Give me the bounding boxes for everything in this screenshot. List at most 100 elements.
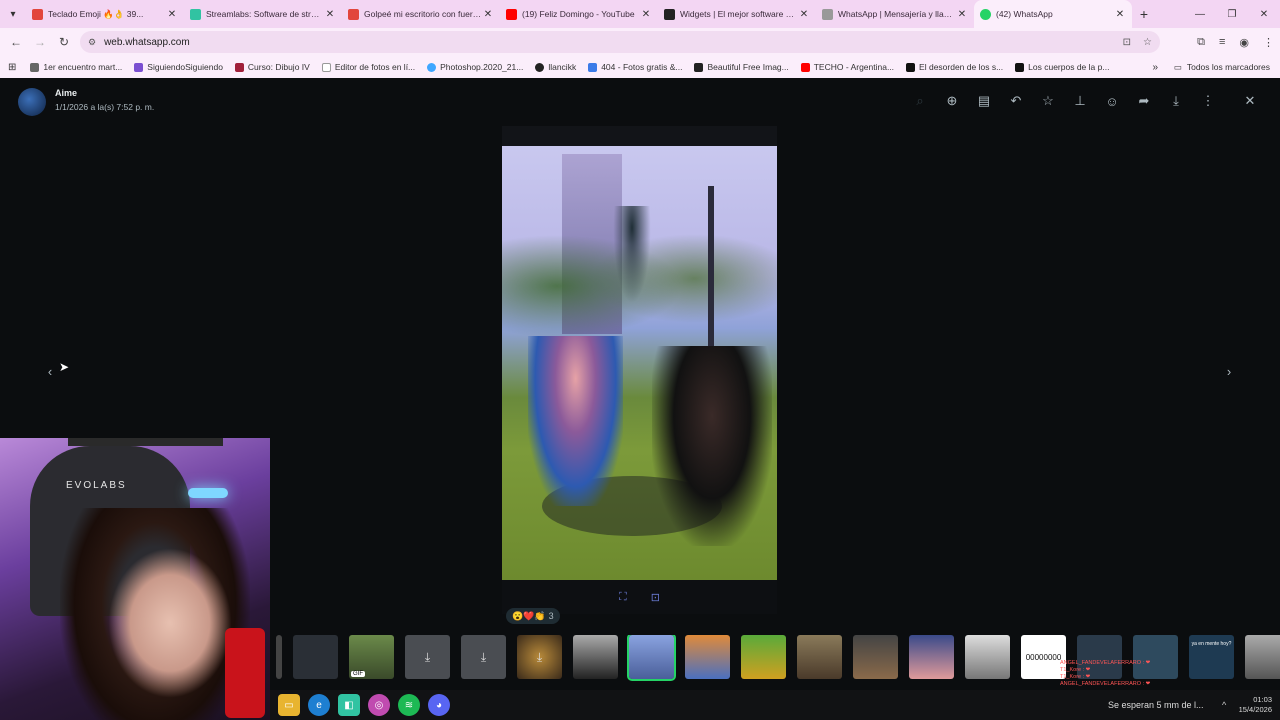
zoom-out-icon[interactable]: ⌕ <box>904 90 936 112</box>
bookmark-item[interactable]: Beautiful Free Imag... <box>694 62 789 72</box>
close-icon[interactable]: ✕ <box>956 9 968 20</box>
media-thumbnail[interactable] <box>741 635 786 679</box>
chat-line: T1_Kore : ❤ <box>1060 667 1091 673</box>
forward-icon[interactable]: ➦ <box>1128 90 1160 112</box>
more-bookmarks-icon[interactable]: » <box>1152 56 1158 78</box>
bookmark-item[interactable]: El desorden de los s... <box>906 62 1003 72</box>
bookmark-item[interactable]: Photoshop.2020_21... <box>427 62 523 72</box>
go-to-message-icon[interactable]: ▤ <box>968 90 1000 112</box>
pin-icon[interactable]: ⊥ <box>1064 90 1096 112</box>
bookmark-item[interactable]: Curso: Dibujo IV <box>234 62 310 72</box>
bookmark-item[interactable]: SiguiendoSiguiendo <box>134 62 223 72</box>
close-icon[interactable]: ✕ <box>1114 9 1126 20</box>
bookmark-item[interactable]: Editor de fotos en lí... <box>321 62 415 72</box>
bookmark-item[interactable]: 1er encuentro mart... <box>30 62 122 72</box>
restore-icon[interactable]: ❐ <box>1216 0 1248 28</box>
bookmark-favicon <box>588 62 598 72</box>
minimize-icon[interactable]: — <box>1184 0 1216 28</box>
media-thumbnail[interactable] <box>797 635 842 679</box>
close-icon[interactable]: ✕ <box>798 9 810 20</box>
media-image[interactable]: ⛶ ⊡ <box>502 126 777 614</box>
reactions-badge[interactable]: 😮❤️👏 3 <box>506 608 560 624</box>
spotify-icon[interactable]: ≋ <box>398 694 420 716</box>
tab-2[interactable]: Streamlabs: Software de stream... ✕ <box>184 0 342 28</box>
tab-6[interactable]: WhatsApp | Mensajería y llama... ✕ <box>816 0 974 28</box>
tab-1[interactable]: Teclado Emoji 🔥👌 39... ✕ <box>26 0 184 28</box>
all-bookmarks-folder[interactable]: ▭ Todos los marcadores <box>1174 56 1270 78</box>
bookmark-star-icon[interactable]: ☆ <box>1143 37 1152 48</box>
media-thumbnail[interactable]: ⤓ <box>405 635 450 679</box>
media-thumbnail[interactable] <box>276 635 282 679</box>
system-tray-chevron-icon[interactable]: ^ <box>1222 690 1226 720</box>
tab-4[interactable]: (19) Feliz Domingo - YouTube ✕ <box>500 0 658 28</box>
tab-label: Teclado Emoji 🔥👌 39... <box>48 8 144 19</box>
bookmark-label: Curso: Dibujo IV <box>247 62 310 72</box>
reply-icon[interactable]: ↶ <box>1000 90 1032 112</box>
apps-icon[interactable]: ⊞ <box>8 62 16 73</box>
close-icon[interactable]: ✕ <box>324 9 336 20</box>
reload-icon[interactable]: ↻ <box>52 35 76 49</box>
media-thumbnail[interactable]: ⤓ <box>517 635 562 679</box>
microphone <box>225 628 265 718</box>
close-window-icon[interactable]: ✕ <box>1248 0 1280 28</box>
discord-icon[interactable]: ◕ <box>428 694 450 716</box>
browser-menu-icon[interactable]: ⋮ <box>1263 36 1274 49</box>
site-info-icon[interactable]: ⚙ <box>88 37 96 48</box>
zoom-in-icon[interactable]: ⊕ <box>936 90 968 112</box>
previous-media-button[interactable]: ‹ <box>40 361 60 381</box>
tab-search-button[interactable]: ▾ <box>0 0 26 28</box>
system-clock[interactable]: 01:03 15/4/2026 <box>1239 695 1272 715</box>
bookmark-favicon <box>906 62 916 72</box>
bookmark-item[interactable]: llancikk <box>535 62 576 72</box>
media-thumbnail[interactable] <box>685 635 730 679</box>
url-input[interactable]: ⚙ web.whatsapp.com ⊡ ☆ <box>80 31 1160 53</box>
tab-favicon <box>664 8 675 20</box>
media-thumbnail[interactable] <box>965 635 1010 679</box>
bookmark-item[interactable]: TECHO - Argentina... <box>800 62 894 72</box>
download-icon: ⤓ <box>480 649 487 664</box>
forward-icon[interactable]: → <box>28 35 52 49</box>
bookmark-label: Beautiful Free Imag... <box>707 62 789 72</box>
media-control-icon[interactable]: ≡ <box>1219 36 1225 48</box>
close-icon[interactable]: ✕ <box>1234 90 1266 112</box>
bookmark-item[interactable]: 404 - Fotos gratis &... <box>588 62 682 72</box>
weather-widget[interactable]: Se esperan 5 mm de l... <box>1108 690 1204 720</box>
download-icon[interactable]: ⤓ <box>1160 90 1192 112</box>
star-icon[interactable]: ☆ <box>1032 90 1064 112</box>
close-icon[interactable]: ✕ <box>482 9 494 20</box>
file-explorer-icon[interactable]: ▭ <box>278 694 300 716</box>
media-thumbnail[interactable] <box>909 635 954 679</box>
photo-person-right <box>652 346 772 546</box>
close-icon[interactable]: ✕ <box>640 9 652 20</box>
all-bookmarks-label: Todos los marcadores <box>1186 62 1270 72</box>
reaction-count: 3 <box>548 611 554 621</box>
extensions-icon[interactable]: ⧉ <box>1197 36 1205 49</box>
media-thumbnail[interactable]: GIF <box>349 635 394 679</box>
new-tab-button[interactable]: + <box>1132 6 1156 22</box>
media-thumbnail[interactable]: ⤓ <box>461 635 506 679</box>
install-app-icon[interactable]: ⊡ <box>1123 37 1131 48</box>
media-thumbnail[interactable]: ya en mente hoy? <box>1189 635 1234 679</box>
profile-avatar[interactable]: ◉ <box>1239 36 1249 49</box>
tab-7-active[interactable]: (42) WhatsApp ✕ <box>974 0 1132 28</box>
close-icon[interactable]: ✕ <box>166 9 178 20</box>
next-media-button[interactable]: › <box>1219 361 1239 381</box>
media-thumbnail[interactable] <box>1245 635 1280 679</box>
back-icon[interactable]: ← <box>4 35 28 49</box>
chrome-icon[interactable]: ◎ <box>368 694 390 716</box>
avatar[interactable] <box>18 88 46 116</box>
bookmark-item[interactable]: Los cuerpos de la p... <box>1015 62 1109 72</box>
tab-label: (42) WhatsApp <box>996 9 1053 19</box>
more-options-icon[interactable]: ⋮ <box>1192 90 1224 112</box>
tab-5[interactable]: Widgets | El mejor software pa... ✕ <box>658 0 816 28</box>
media-thumbnail[interactable] <box>293 635 338 679</box>
reaction-emojis: 😮❤️👏 <box>512 610 546 621</box>
download-icon: ⤓ <box>424 649 431 664</box>
tab-3[interactable]: Golpeé mi escritorio con fuerza... ✕ <box>342 0 500 28</box>
media-thumbnail-selected[interactable] <box>627 635 676 681</box>
media-thumbnail[interactable] <box>853 635 898 679</box>
edge-icon[interactable]: e <box>308 694 330 716</box>
media-thumbnail[interactable] <box>573 635 618 679</box>
streamlabs-icon[interactable]: ◧ <box>338 694 360 716</box>
react-emoji-icon[interactable]: ☺ <box>1096 90 1128 112</box>
